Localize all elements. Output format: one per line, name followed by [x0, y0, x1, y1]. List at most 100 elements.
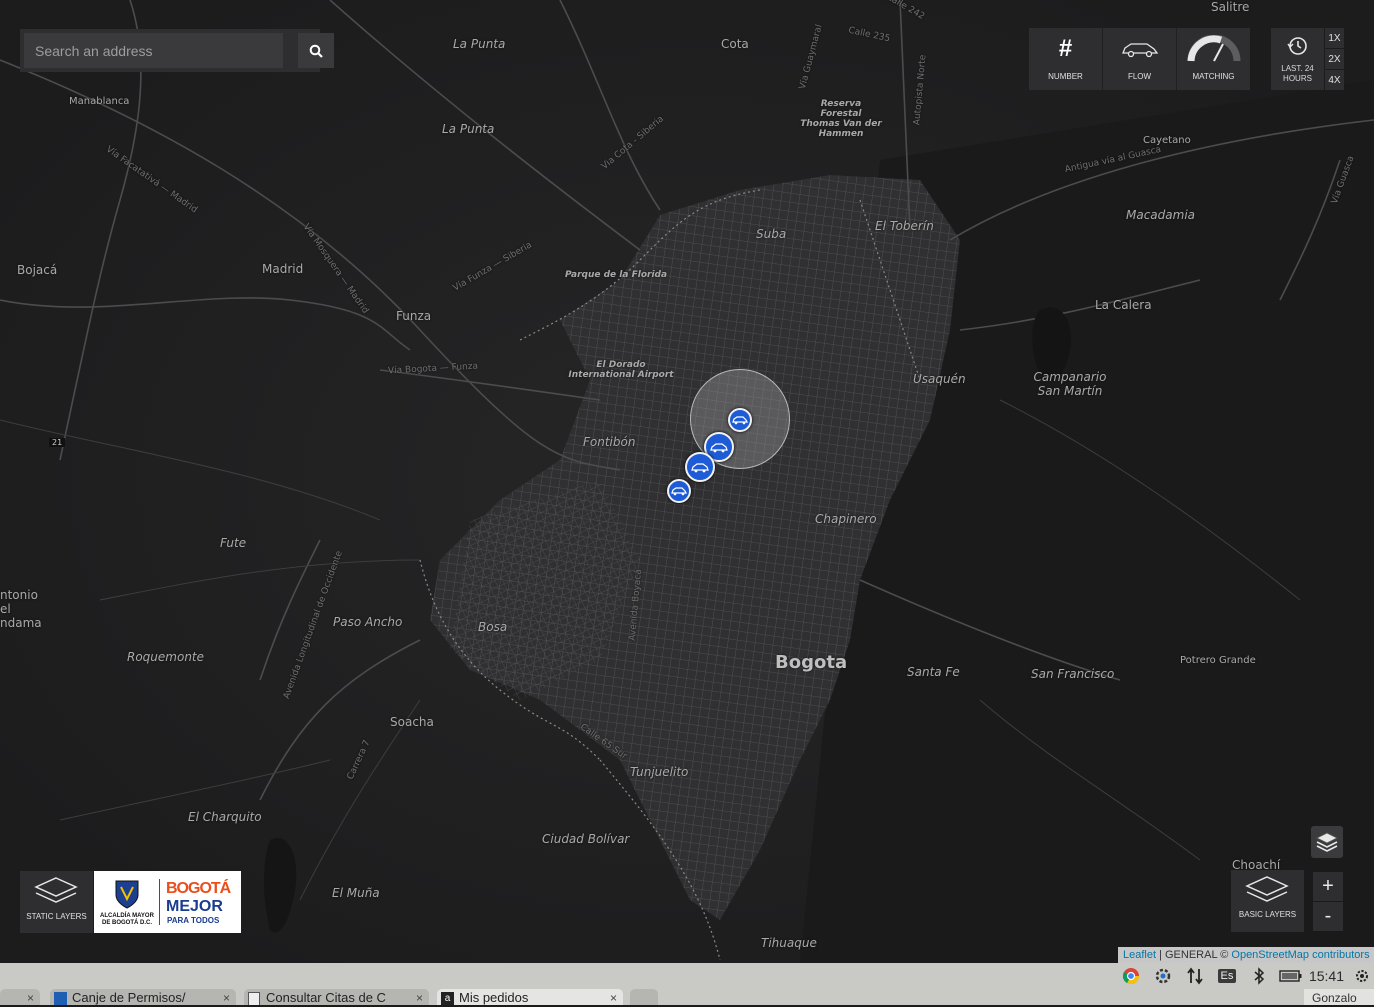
keyboard-layout-indicator[interactable]: Es: [1211, 964, 1243, 988]
page-icon: [248, 992, 260, 1005]
place-label: Bogota: [775, 652, 848, 673]
search-input[interactable]: [24, 33, 283, 68]
hash-icon: #: [1058, 35, 1073, 62]
place-label: Fute: [220, 536, 247, 550]
place-label: El Dorado International Airport: [568, 360, 674, 380]
chrome-icon[interactable]: [1115, 964, 1147, 988]
bogota-mark: BOGOTÁ: [166, 880, 231, 897]
place-label: ntonio el ndama: [0, 588, 42, 630]
browser-tab[interactable]: Consultar Citas de C ×: [244, 989, 429, 1005]
place-label: La Punta: [453, 37, 506, 51]
close-icon[interactable]: ×: [27, 989, 34, 1005]
mode-label: FLOW: [1127, 72, 1152, 81]
place-label: El Toberín: [875, 219, 934, 233]
tab-label: Consultar Citas de C: [266, 990, 386, 1005]
zoom-in-button[interactable]: +: [1313, 872, 1343, 901]
browser-tab[interactable]: ×: [0, 989, 40, 1005]
time-label-line2: HOURS: [1283, 74, 1312, 83]
battery-icon[interactable]: [1275, 964, 1307, 988]
car-icon: [732, 416, 748, 425]
user-profile-button[interactable]: Gonzalo: [1304, 989, 1374, 1005]
place-label: La Punta: [442, 122, 495, 136]
layers-icon: [1316, 832, 1338, 852]
car-icon: [710, 442, 728, 452]
place-label: Soacha: [390, 715, 434, 729]
search-icon: [309, 44, 323, 58]
map-canvas[interactable]: Salitre La Punta Cota Manablanca La Punt…: [0, 0, 1374, 963]
static-layers-label: STATIC LAYERS: [26, 912, 87, 921]
time-label-line1: LAST. 24: [1281, 64, 1314, 73]
basic-layers-button[interactable]: BASIC LAYERS: [1231, 870, 1304, 932]
route-shield: 21: [49, 438, 66, 447]
bluetooth-icon[interactable]: [1243, 964, 1275, 988]
place-label: Tunjuelito: [630, 765, 689, 779]
place-label: Paso Ancho: [333, 615, 403, 629]
time-window-button[interactable]: LAST. 24 HOURS: [1271, 28, 1324, 90]
alcaldia-line2: DE BOGOTÁ D.C.: [101, 920, 152, 926]
mode-label: MATCHING: [1192, 72, 1235, 81]
gauge-icon: [1187, 34, 1241, 64]
place-label: Funza: [396, 309, 432, 323]
car-icon: [1121, 34, 1159, 64]
place-label: Cayetano: [1143, 135, 1191, 146]
place-label: Chapinero: [815, 512, 877, 526]
tab-label: Canje de Permisos/: [72, 990, 186, 1005]
place-label: Bojacá: [17, 263, 58, 277]
network-icon[interactable]: [1179, 964, 1211, 988]
vehicle-marker[interactable]: [728, 408, 752, 432]
mode-number-button[interactable]: # NUMBER: [1029, 28, 1103, 90]
place-label: Campanario San Martín: [1033, 370, 1107, 398]
place-label: Manablanca: [69, 96, 130, 107]
place-label: Potrero Grande: [1180, 655, 1256, 666]
tab-label: Mis pedidos: [459, 990, 529, 1005]
osm-link[interactable]: OpenStreetMap contributors: [1231, 949, 1369, 961]
speed-1x-button[interactable]: 1X: [1325, 28, 1344, 48]
car-icon: [691, 462, 709, 472]
mejor-text: MEJOR: [166, 898, 223, 915]
place-label: Macadamia: [1126, 208, 1196, 222]
layers-icon: [1245, 876, 1289, 902]
mode-flow-button[interactable]: FLOW: [1103, 28, 1177, 90]
leaflet-link[interactable]: Leaflet: [1123, 949, 1156, 961]
speed-2x-button[interactable]: 2X: [1325, 49, 1344, 69]
layer-switcher-button[interactable]: [1311, 826, 1343, 858]
system-clock[interactable]: 15:41: [1307, 968, 1350, 984]
power-icon[interactable]: [1350, 964, 1374, 988]
mode-matching-button[interactable]: MATCHING: [1177, 28, 1250, 90]
place-label: Madrid: [262, 262, 304, 276]
mode-panel: # NUMBER FLOW MATCHING: [1029, 28, 1250, 90]
alcaldia-line1: ALCALDÍA MAYOR: [100, 913, 154, 919]
history-icon: [1287, 37, 1307, 55]
close-icon[interactable]: ×: [416, 989, 423, 1005]
place-label: Bosa: [478, 620, 508, 634]
place-label: El Charquito: [188, 810, 262, 824]
speed-4x-button[interactable]: 4X: [1325, 70, 1344, 90]
vehicle-marker[interactable]: [685, 452, 715, 482]
system-tray: Es 15:41: [1115, 963, 1374, 988]
close-icon[interactable]: ×: [610, 989, 617, 1005]
map-attribution: Leaflet | GENERAL © OpenStreetMap contri…: [1118, 947, 1374, 963]
search-button[interactable]: [298, 33, 334, 68]
close-icon[interactable]: ×: [223, 989, 230, 1005]
new-tab-button[interactable]: [630, 989, 658, 1005]
zoom-out-button[interactable]: -: [1313, 902, 1343, 931]
address-search: [20, 29, 334, 72]
place-label: Fontibón: [583, 435, 636, 449]
place-label: La Calera: [1095, 298, 1152, 312]
bogota-logos: ALCALDÍA MAYOR DE BOGOTÁ D.C. BOGOTÁ MEJ…: [94, 871, 241, 933]
car-icon: [671, 487, 687, 496]
place-label: Suba: [756, 227, 787, 241]
browser-tab[interactable]: Canje de Permisos/ ×: [50, 989, 236, 1005]
place-label: Santa Fe: [907, 665, 960, 679]
coat-of-arms-icon: [115, 880, 139, 909]
settings-icon[interactable]: [1147, 964, 1179, 988]
para-todos-text: PARA TODOS: [167, 916, 220, 925]
place-label: Cota: [721, 37, 749, 51]
amazon-icon: a: [441, 992, 454, 1005]
browser-tab-active[interactable]: a Mis pedidos ×: [437, 989, 623, 1005]
mode-label: NUMBER: [1048, 72, 1083, 81]
place-label: El Muña: [332, 886, 380, 900]
vehicle-marker[interactable]: [667, 479, 691, 503]
static-layers-button[interactable]: STATIC LAYERS: [20, 871, 93, 933]
layers-icon: [34, 877, 78, 903]
